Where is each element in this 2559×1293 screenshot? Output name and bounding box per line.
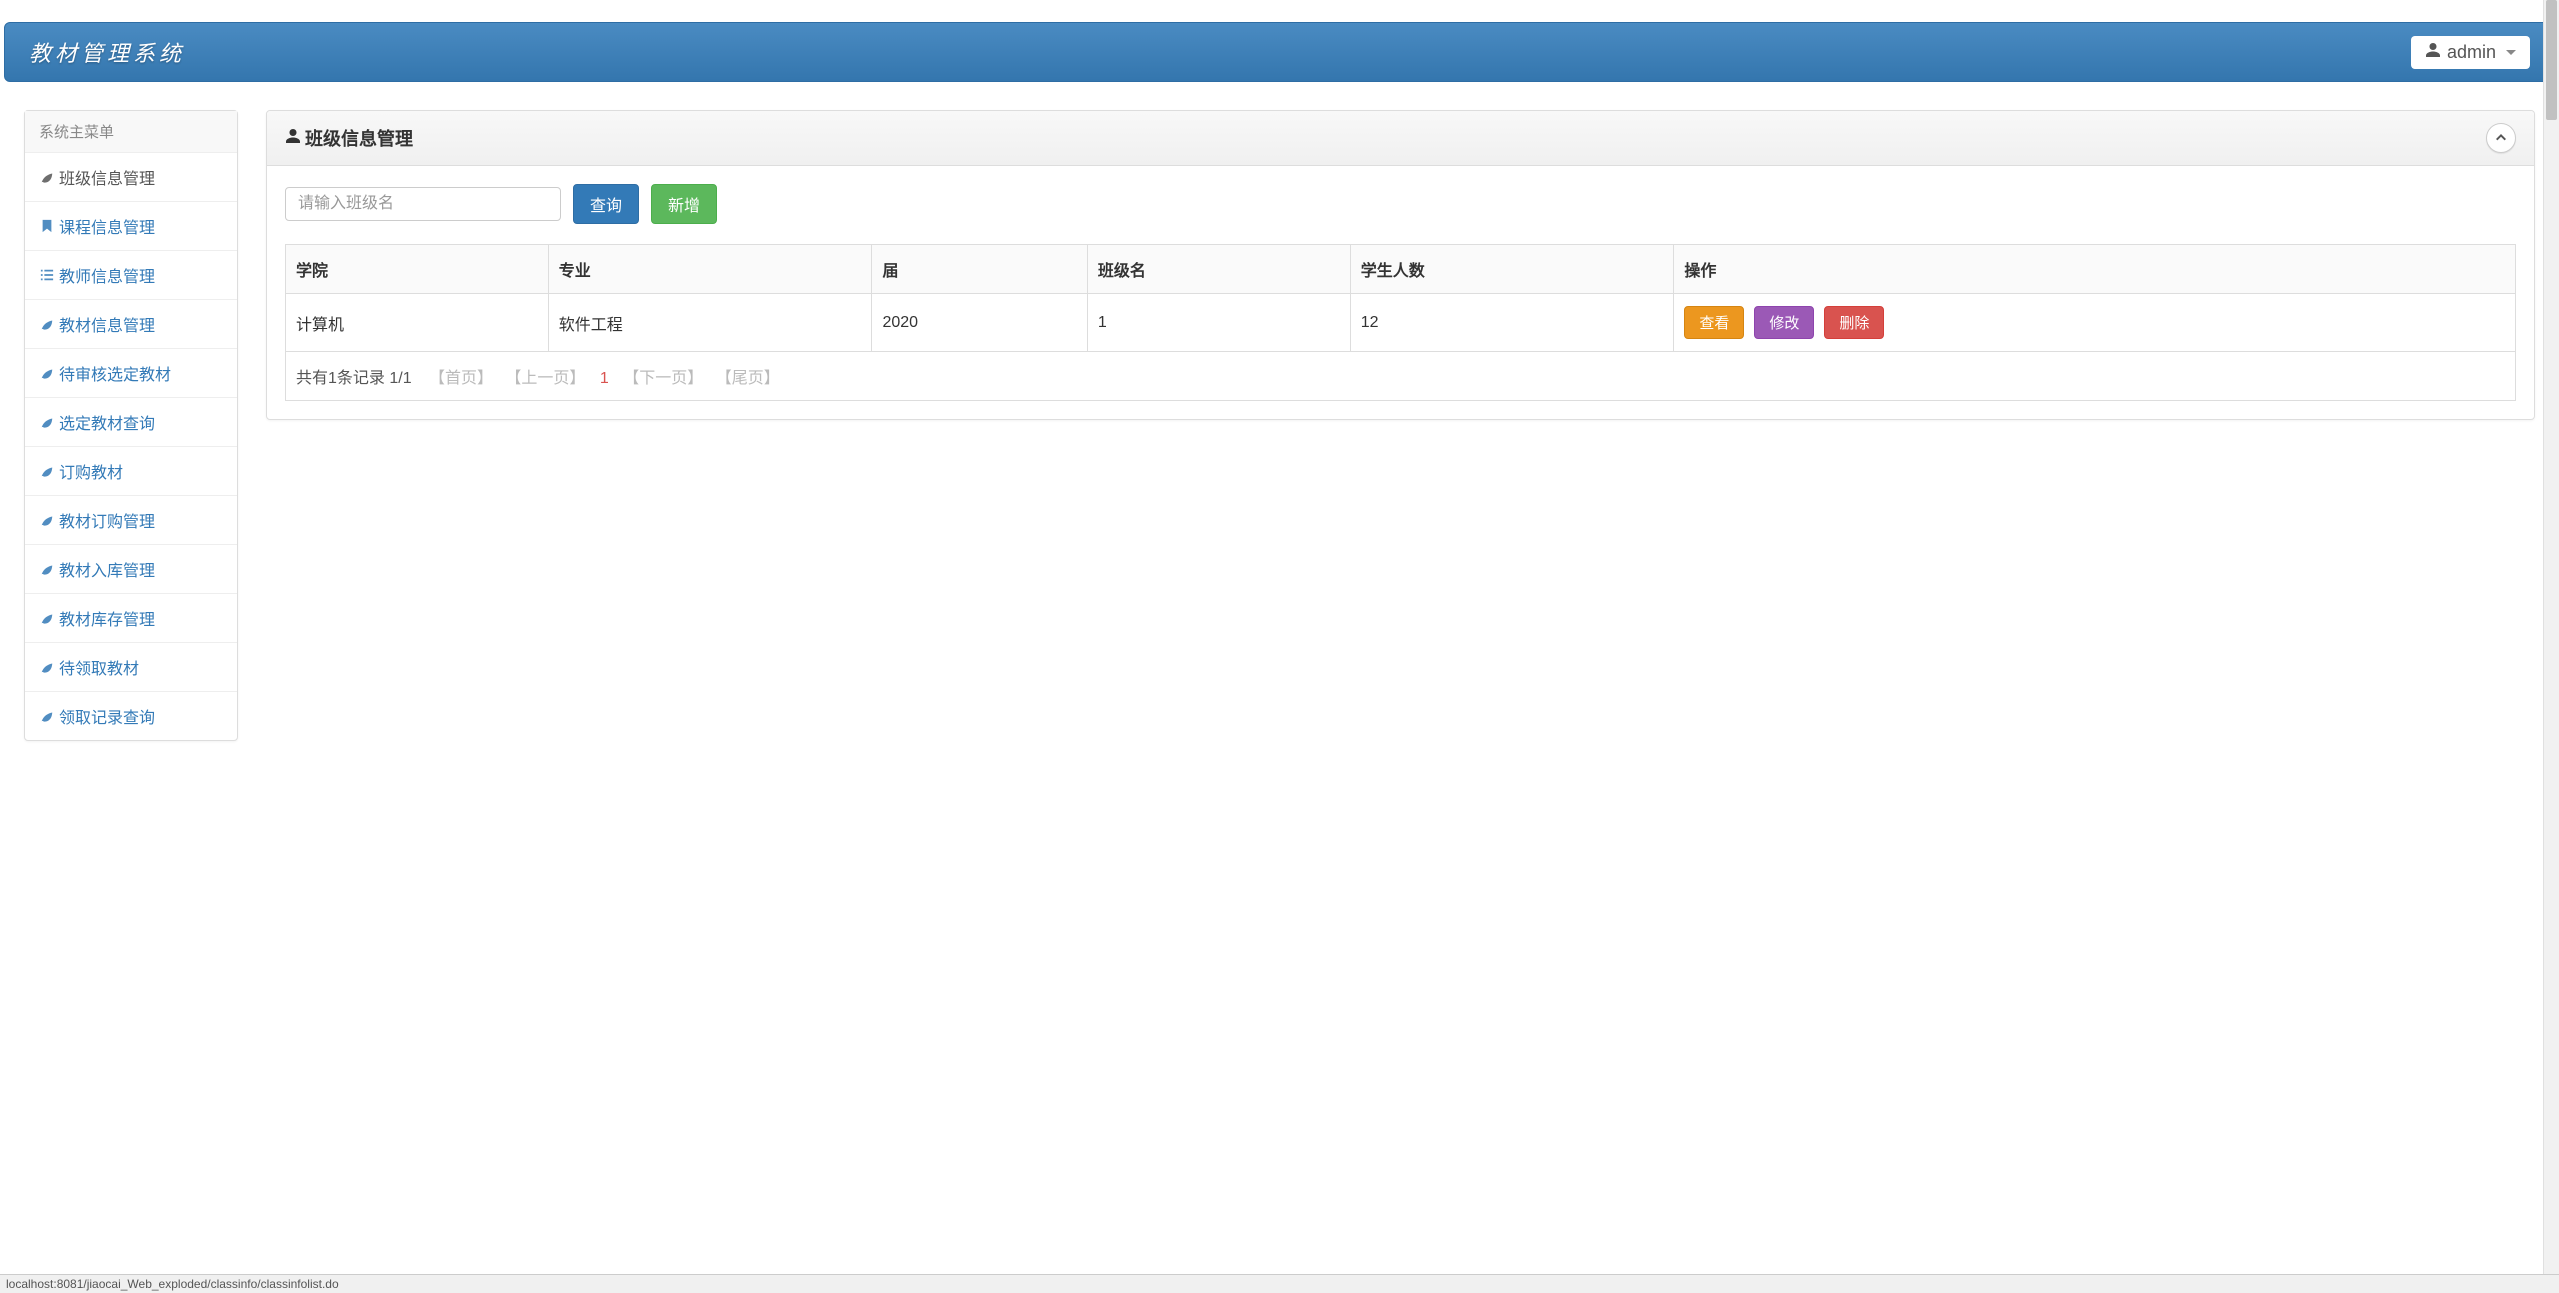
sidebar-item-3[interactable]: 教材信息管理	[25, 300, 237, 349]
sidebar-item-label: 教材订购管理	[59, 508, 155, 532]
brand-title: 教材管理系统	[29, 36, 185, 68]
leaf-icon	[39, 415, 55, 429]
sidebar-item-10[interactable]: 待领取教材	[25, 643, 237, 692]
pagination-next[interactable]: 【下一页】	[623, 370, 703, 387]
add-button[interactable]: 新增	[651, 184, 717, 224]
person-icon	[285, 128, 301, 149]
list-icon	[39, 268, 55, 282]
sidebar-item-8[interactable]: 教材入库管理	[25, 545, 237, 594]
sidebar-item-label: 领取记录查询	[59, 704, 155, 728]
table-cell: 1	[1087, 294, 1350, 352]
table-row: 计算机软件工程2020112查看修改删除	[286, 294, 2516, 352]
main-container: 系统主菜单 班级信息管理课程信息管理教师信息管理教材信息管理待审核选定教材选定教…	[0, 82, 2559, 769]
pagination-row: 共有1条记录 1/1 【首页】 【上一页】 1 【下一页】 【尾页】	[286, 352, 2516, 401]
bookmark-icon	[39, 219, 55, 233]
panel-title-text: 班级信息管理	[305, 125, 413, 151]
sidebar-item-label: 班级信息管理	[59, 165, 155, 189]
leaf-icon	[39, 562, 55, 576]
table-header-1: 专业	[548, 245, 872, 294]
edit-button[interactable]: 修改	[1754, 306, 1814, 339]
chevron-up-icon	[2495, 130, 2507, 146]
user-name: admin	[2447, 42, 2496, 63]
leaf-icon	[39, 660, 55, 674]
sidebar-item-label: 待领取教材	[59, 655, 139, 679]
sidebar-item-6[interactable]: 订购教材	[25, 447, 237, 496]
status-bar: localhost:8081/jiaocai_Web_exploded/clas…	[0, 1274, 2559, 1293]
pagination-last[interactable]: 【尾页】	[716, 370, 780, 387]
sidebar-header: 系统主菜单	[25, 111, 237, 153]
leaf-icon	[39, 464, 55, 478]
sidebar-item-label: 教师信息管理	[59, 263, 155, 287]
leaf-icon	[39, 366, 55, 380]
view-button[interactable]: 查看	[1684, 306, 1744, 339]
panel: 班级信息管理 查询 新增 学院专业届班级名学生人数操作	[266, 110, 2535, 420]
pagination-summary: 共有1条记录 1/1	[296, 370, 412, 387]
delete-button[interactable]: 删除	[1824, 306, 1884, 339]
table-header-row: 学院专业届班级名学生人数操作	[286, 245, 2516, 294]
leaf-icon	[39, 611, 55, 625]
sidebar-item-9[interactable]: 教材库存管理	[25, 594, 237, 643]
table-body: 计算机软件工程2020112查看修改删除	[286, 294, 2516, 352]
sidebar-item-5[interactable]: 选定教材查询	[25, 398, 237, 447]
table-cell: 计算机	[286, 294, 549, 352]
actions-cell: 查看修改删除	[1674, 294, 2516, 352]
sidebar-item-7[interactable]: 教材订购管理	[25, 496, 237, 545]
sidebar-item-label: 课程信息管理	[59, 214, 155, 238]
leaf-icon	[39, 709, 55, 723]
sidebar-item-label: 订购教材	[59, 459, 123, 483]
top-strip	[0, 0, 2559, 22]
scrollbar-thumb[interactable]	[2546, 0, 2557, 120]
sidebar-item-2[interactable]: 教师信息管理	[25, 251, 237, 300]
sidebar-item-label: 教材入库管理	[59, 557, 155, 581]
sidebar: 系统主菜单 班级信息管理课程信息管理教师信息管理教材信息管理待审核选定教材选定教…	[24, 110, 238, 741]
pagination-current: 1	[600, 370, 609, 387]
main-content: 班级信息管理 查询 新增 学院专业届班级名学生人数操作	[266, 110, 2535, 420]
search-input[interactable]	[285, 187, 561, 221]
panel-title: 班级信息管理	[285, 125, 413, 151]
table-header-5: 操作	[1674, 245, 2516, 294]
sidebar-item-label: 教材库存管理	[59, 606, 155, 630]
sidebar-item-label: 教材信息管理	[59, 312, 155, 336]
table-cell: 12	[1350, 294, 1674, 352]
sidebar-item-label: 选定教材查询	[59, 410, 155, 434]
sidebar-item-4[interactable]: 待审核选定教材	[25, 349, 237, 398]
table-cell: 2020	[872, 294, 1087, 352]
table-header-0: 学院	[286, 245, 549, 294]
toolbar: 查询 新增	[285, 184, 2516, 224]
collapse-button[interactable]	[2486, 123, 2516, 153]
query-button[interactable]: 查询	[573, 184, 639, 224]
sidebar-item-1[interactable]: 课程信息管理	[25, 202, 237, 251]
class-table: 学院专业届班级名学生人数操作 计算机软件工程2020112查看修改删除 共有1条…	[285, 244, 2516, 401]
user-icon	[2425, 42, 2441, 63]
pagination-prev[interactable]: 【上一页】	[505, 370, 585, 387]
sidebar-item-0[interactable]: 班级信息管理	[25, 153, 237, 202]
table-header-3: 班级名	[1087, 245, 1350, 294]
user-menu[interactable]: admin	[2411, 36, 2530, 69]
scrollbar[interactable]	[2543, 0, 2559, 1275]
panel-body: 查询 新增 学院专业届班级名学生人数操作 计算机软件工程2020112查看修改删…	[267, 166, 2534, 419]
leaf-icon	[39, 170, 55, 184]
panel-header: 班级信息管理	[267, 111, 2534, 166]
table-header-2: 届	[872, 245, 1087, 294]
navbar: 教材管理系统 admin	[4, 22, 2555, 82]
table-cell: 软件工程	[548, 294, 872, 352]
sidebar-item-11[interactable]: 领取记录查询	[25, 692, 237, 740]
sidebar-item-label: 待审核选定教材	[59, 361, 171, 385]
leaf-icon	[39, 513, 55, 527]
leaf-icon	[39, 317, 55, 331]
pagination-first[interactable]: 【首页】	[429, 370, 493, 387]
caret-down-icon	[2506, 50, 2516, 55]
table-header-4: 学生人数	[1350, 245, 1674, 294]
